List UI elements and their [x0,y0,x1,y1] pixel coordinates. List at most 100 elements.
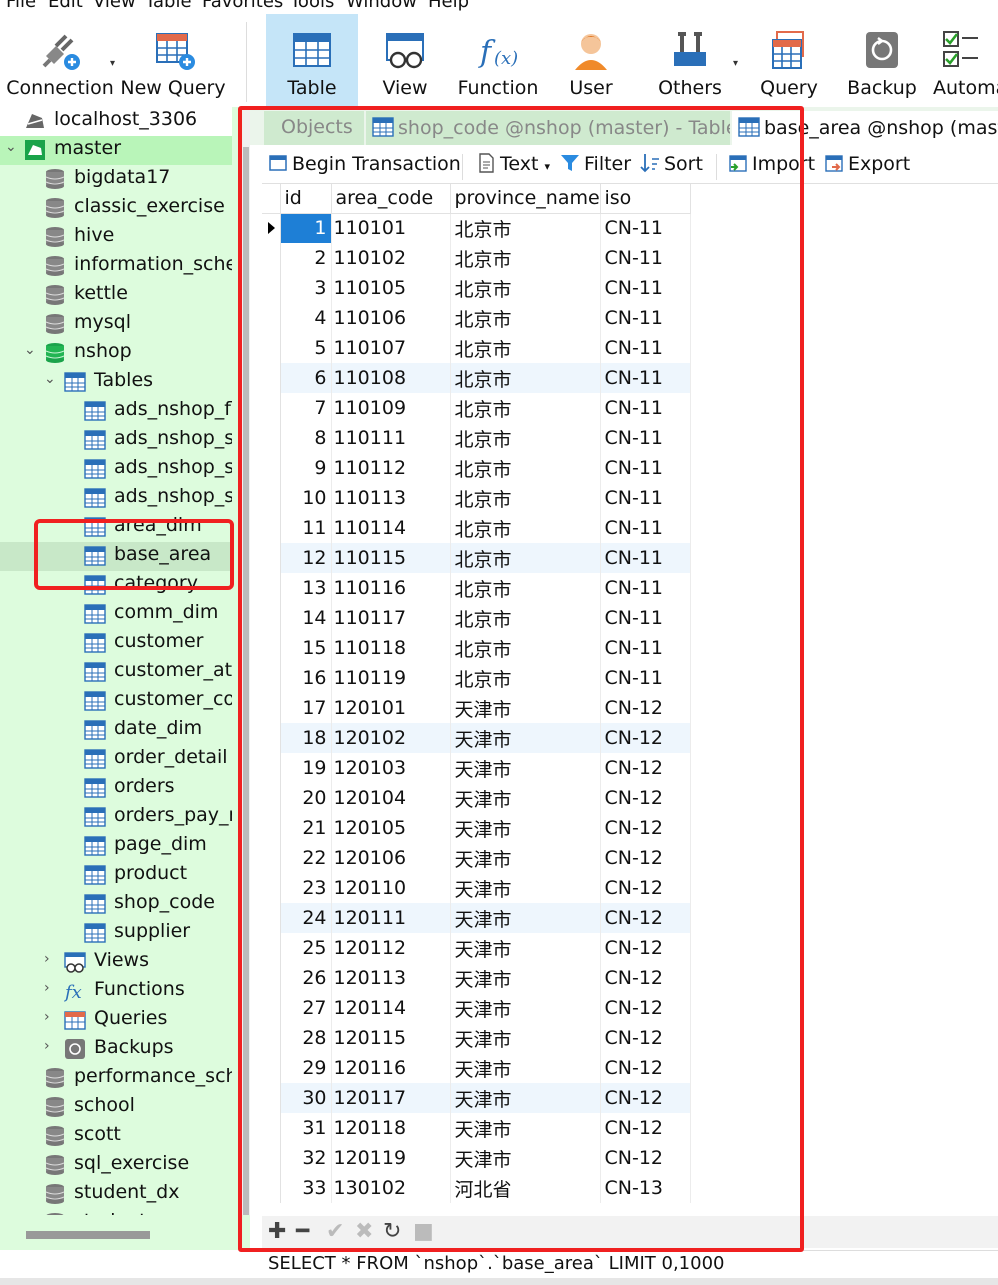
tree-database[interactable]: classic_exercise [0,194,232,223]
chevron-right-icon[interactable]: › [44,1038,50,1054]
tree-database[interactable]: kettle [0,281,232,310]
tree-table-item[interactable]: orders_pay_re [0,803,232,832]
database-icon [45,285,65,305]
menu-tools[interactable]: Tools [290,0,334,12]
tree-database[interactable]: bigdata17 [0,165,232,194]
chevron-down-icon[interactable]: ⌄ [44,371,56,387]
database-icon [45,1097,65,1117]
others-button[interactable]: Others [650,14,730,106]
connection-dropdown-icon[interactable]: ▾ [110,58,115,69]
functions-icon: fx [64,982,82,1002]
tree-label: orders_pay_re [114,804,232,826]
tree-database[interactable]: student_dx [0,1180,232,1209]
chevron-down-icon[interactable]: ⌄ [24,342,36,358]
tree-database[interactable]: hive [0,223,232,252]
tree-table-item[interactable]: orders [0,774,232,803]
tree-database[interactable]: mysql [0,310,232,339]
tree-label: student_dx [74,1181,180,1203]
menu-table[interactable]: Table [145,0,192,12]
tree-table-item[interactable]: supplier [0,919,232,948]
tree-table-item[interactable]: ads_nshop_se [0,484,232,513]
chevron-right-icon[interactable]: › [44,980,50,996]
export-button[interactable]: Export [824,153,910,175]
menu-bar: File Edit View Table Favorites Tools Win… [0,0,998,14]
annotation-box-grid [238,106,804,1252]
table-icon [84,894,106,914]
function-label: Function [457,77,539,99]
scrollbar-thumb[interactable] [26,1231,150,1239]
tree-table-item[interactable]: ads_nshop_se [0,426,232,455]
tree-table-item[interactable]: order_detail [0,745,232,774]
tree-database[interactable]: scott [0,1122,232,1151]
table-icon [84,662,106,682]
query-label: Query [760,77,818,99]
tree-database[interactable]: school [0,1093,232,1122]
table-icon [84,720,106,740]
tree-label: localhost_3306 [54,108,198,130]
others-dropdown-icon[interactable]: ▾ [733,58,738,69]
tree-label: performance_schen [74,1065,232,1087]
view-button[interactable]: View [362,14,448,106]
tree-database[interactable]: information_schem [0,252,232,281]
tree-label: ads_nshop_se [114,456,232,478]
tree-label: customer [114,630,204,652]
chevron-right-icon[interactable]: › [44,951,50,967]
user-button[interactable]: User [552,14,630,106]
menu-favorites[interactable]: Favorites [202,0,283,12]
table-icon [84,459,106,479]
tree-table-item[interactable]: customer [0,629,232,658]
tree-table-item[interactable]: ads_nshop_flc [0,397,232,426]
menu-help[interactable]: Help [428,0,469,12]
main-toolbar: Connection ▾ New Query Table View f (x) … [0,14,998,106]
tree-table-item[interactable]: product [0,861,232,890]
table-icon [293,33,331,67]
tree-database[interactable]: sql_exercise [0,1151,232,1180]
table-icon [84,778,106,798]
tree-group-backups[interactable]: › Backups [0,1035,232,1064]
tree-group-queries[interactable]: › Queries [0,1006,232,1035]
tree-connection-localhost[interactable]: localhost_3306 [0,107,232,136]
status-sql-text: SELECT * FROM `nshop`.`base_area` LIMIT … [268,1253,725,1274]
tree-label: Functions [94,978,185,1000]
automation-button[interactable]: Automa [928,14,998,106]
function-button[interactable]: f (x) Function [452,14,544,106]
new-query-button[interactable]: New Query [120,14,226,106]
tree-label: ads_nshop_se [114,485,232,507]
sidebar-horizontal-scrollbar[interactable] [0,1215,250,1250]
export-icon [825,155,843,172]
tree-table-item[interactable]: ads_nshop_se [0,455,232,484]
tree-table-item[interactable]: page_dim [0,832,232,861]
table-button[interactable]: Table [266,14,358,106]
chevron-down-icon[interactable]: ⌄ [5,139,17,155]
tree-table-item[interactable]: customer_con [0,687,232,716]
tree-table-item[interactable]: date_dim [0,716,232,745]
tree-label: classic_exercise [74,195,225,217]
tree-group-functions[interactable]: › fx Functions [0,977,232,1006]
connection-button[interactable]: Connection [4,14,116,106]
tree-label: scott [74,1123,121,1145]
tree-label: comm_dim [114,601,219,623]
tree-label: kettle [74,282,128,304]
tree-label: Views [94,949,149,971]
menu-file[interactable]: File [6,0,36,12]
menu-view[interactable]: View [93,0,136,12]
tree-database-nshop[interactable]: ⌄ nshop [0,339,232,368]
tree-connection-master[interactable]: ⌄ master [0,136,232,165]
tree-database[interactable]: performance_schen [0,1064,232,1093]
menu-edit[interactable]: Edit [48,0,83,12]
tree-table-item[interactable]: customer_atte [0,658,232,687]
table-icon [84,430,106,450]
tree-group-views[interactable]: › Views [0,948,232,977]
tree-group-tables[interactable]: ⌄ Tables [0,368,232,397]
tree-label: date_dim [114,717,203,739]
tree-label: mysql [74,311,131,333]
tree-label: Queries [94,1007,168,1029]
tree-table-item[interactable]: shop_code [0,890,232,919]
tree-table-item[interactable]: comm_dim [0,600,232,629]
menu-window[interactable]: Window [346,0,417,12]
query-button[interactable]: Query [748,14,830,106]
chevron-right-icon[interactable]: › [44,1009,50,1025]
backup-button[interactable]: Backup [842,14,922,106]
svg-text:fx: fx [64,982,82,1002]
table-icon [84,749,106,769]
